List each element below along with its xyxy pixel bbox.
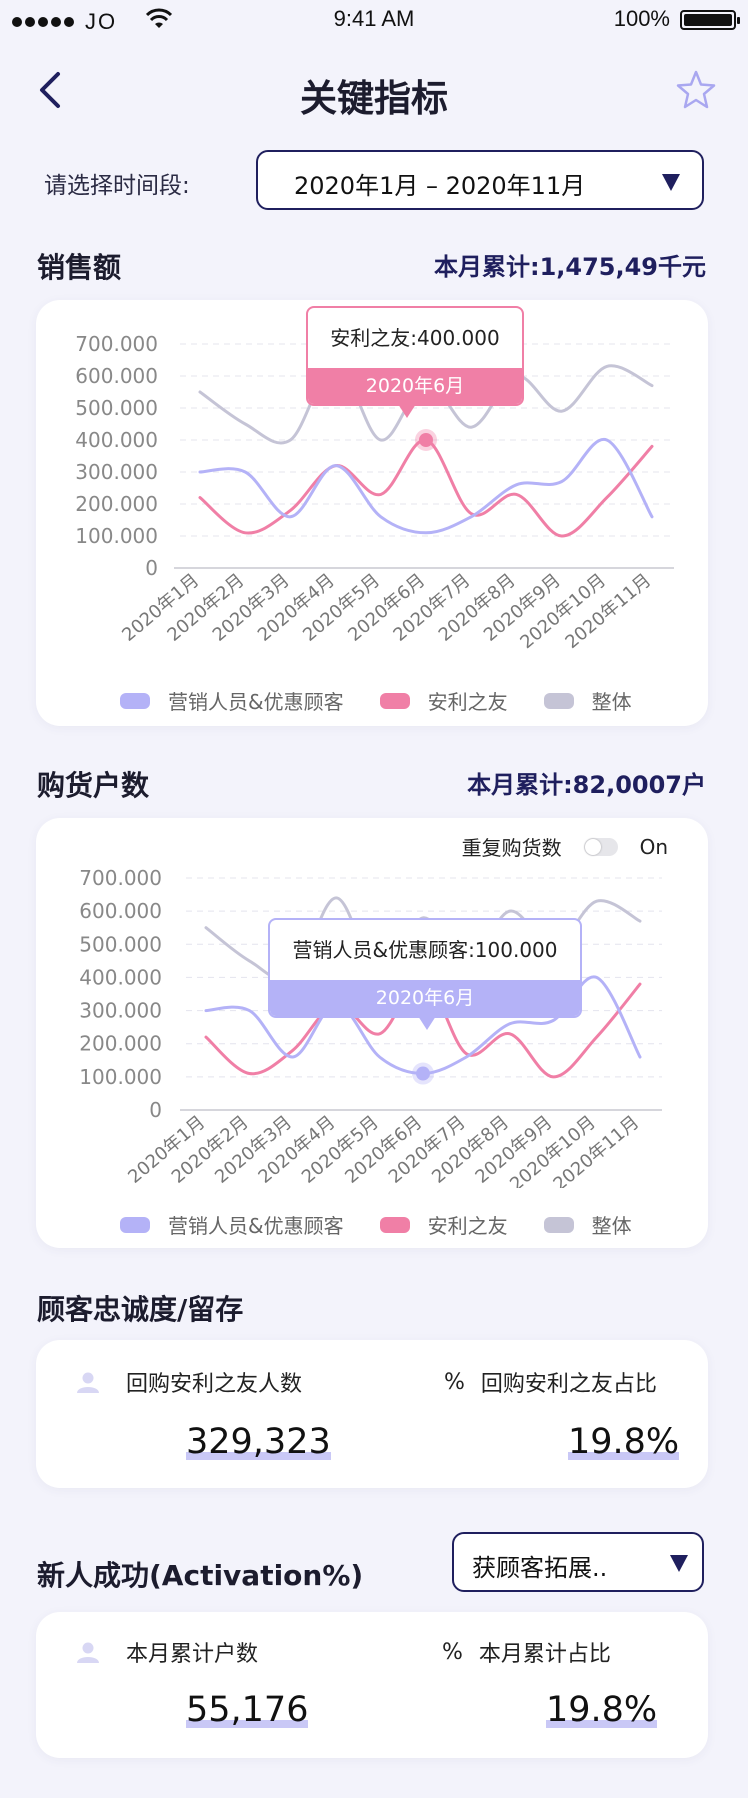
y-tick-label: 200.000 — [75, 492, 158, 516]
activation-dropdown[interactable]: 获顾客拓展.. — [452, 1532, 704, 1592]
tooltip-label: 安利之友:400.000 — [330, 326, 500, 350]
caret-down-icon — [670, 1555, 688, 1572]
loyalty-right-label: 回购安利之友占比 — [480, 1372, 657, 1397]
tooltip-date: 2020年6月 — [308, 368, 522, 404]
activation-right-label: 本月累计占比 — [478, 1642, 611, 1667]
activation-left-value: 55,176 — [186, 1690, 309, 1730]
activation-left-label: 本月累计户数 — [126, 1642, 259, 1667]
legend-swatch — [379, 692, 410, 709]
legend-label: 整体 — [591, 1214, 632, 1238]
highlight-point[interactable] — [416, 1066, 430, 1081]
highlight-point[interactable] — [419, 433, 433, 447]
period-value: 2020年1月 – 2020年11月 — [294, 172, 586, 200]
households-tooltip: 营销人员&优惠顾客:100.000 2020年6月 — [268, 918, 582, 1030]
households-total: 本月累计:82,0007户 — [467, 771, 706, 799]
loyalty-left-label: 回购安利之友人数 — [126, 1372, 303, 1397]
legend-label: 安利之友 — [427, 1214, 508, 1238]
households-legend: 营销人员&优惠顾客 安利之友 整体 — [120, 1210, 632, 1239]
legend-swatch — [543, 692, 574, 709]
loyalty-right-value: 19.8% — [568, 1422, 680, 1462]
y-tick-label: 400.000 — [79, 965, 162, 989]
legend-label: 整体 — [591, 690, 632, 714]
legend-label: 营销人员&优惠顾客 — [168, 690, 344, 714]
nav-bar: 关键指标 — [0, 60, 748, 120]
loyalty-left-value: 329,323 — [186, 1422, 331, 1462]
activation-left-metric: 本月累计户数 55,176 — [76, 1636, 376, 1746]
tooltip-label: 营销人员&优惠顾客:100.000 — [292, 938, 558, 962]
legend-swatch — [120, 692, 150, 709]
y-tick-label: 600.000 — [79, 899, 162, 923]
y-tick-label: 700.000 — [79, 866, 162, 890]
percent-icon: % — [442, 1639, 463, 1665]
y-tick-label: 0 — [145, 556, 158, 580]
loyalty-right-metric: % 回购安利之友占比 19.8% — [444, 1366, 704, 1476]
sales-legend: 营销人员&优惠顾客 安利之友 整体 — [120, 686, 632, 715]
series-line-1 — [198, 438, 654, 535]
star-outline-icon[interactable] — [674, 68, 718, 112]
period-dropdown[interactable]: 2020年1月 – 2020年11月 — [256, 150, 704, 210]
legend-swatch — [543, 1216, 574, 1233]
percent-icon: % — [444, 1369, 465, 1395]
activation-dropdown-value: 获顾客拓展.. — [472, 1554, 608, 1582]
legend-swatch — [120, 1216, 150, 1233]
activation-card: 本月累计户数 55,176 % 本月累计占比 19.8% — [36, 1612, 708, 1758]
sales-total: 本月累计:1,475,49千元 — [433, 253, 706, 281]
legend-label: 安利之友 — [427, 690, 508, 714]
loyalty-card: 回购安利之友人数 329,323 % 回购安利之友占比 19.8% — [36, 1340, 708, 1488]
y-tick-label: 500.000 — [79, 932, 162, 956]
activation-right-metric: % 本月累计占比 19.8% — [442, 1636, 702, 1746]
y-tick-label: 100.000 — [79, 1065, 162, 1089]
loyalty-left-metric: 回购安利之友人数 329,323 — [76, 1366, 376, 1476]
sales-chart-card: 700.000 600.000 500.000 400.000 300.000 200.0… — [36, 300, 708, 726]
period-label: 请选择时间段: — [44, 173, 190, 199]
page-title: 关键指标 — [300, 77, 448, 120]
y-tick-label: 500.000 — [75, 396, 158, 420]
battery-icon — [680, 10, 740, 30]
y-tick-label: 200.000 — [79, 1032, 162, 1056]
activation-title: 新人成功(Activation%) — [37, 1559, 364, 1592]
tooltip-date: 2020年6月 — [270, 980, 580, 1016]
households-title: 购货户数 — [37, 769, 150, 802]
y-tick-label: 300.000 — [75, 460, 158, 484]
caret-down-icon — [662, 174, 680, 191]
user-icon — [77, 1642, 99, 1663]
sales-tooltip: 安利之友:400.000 2020年6月 — [306, 306, 524, 418]
user-icon — [77, 1372, 99, 1393]
y-tick-label: 600.000 — [75, 364, 158, 388]
battery-percent: 100% — [613, 6, 670, 31]
households-chart-card: 重复购货数 On 700.000 600.000 500.000 400.000 300… — [36, 818, 708, 1248]
legend-swatch — [379, 1216, 410, 1233]
y-tick-label: 700.000 — [75, 332, 158, 356]
y-tick-label: 100.000 — [75, 524, 158, 548]
status-bar: JO 9:41 AM 100% — [0, 0, 748, 40]
y-tick-label: 300.000 — [79, 999, 162, 1023]
y-tick-label: 400.000 — [75, 428, 158, 452]
loyalty-title: 顾客忠诚度/留存 — [37, 1293, 244, 1326]
activation-right-value: 19.8% — [546, 1690, 658, 1730]
y-tick-label: 0 — [149, 1098, 162, 1122]
legend-label: 营销人员&优惠顾客 — [168, 1214, 344, 1238]
sales-title: 销售额 — [37, 251, 122, 284]
